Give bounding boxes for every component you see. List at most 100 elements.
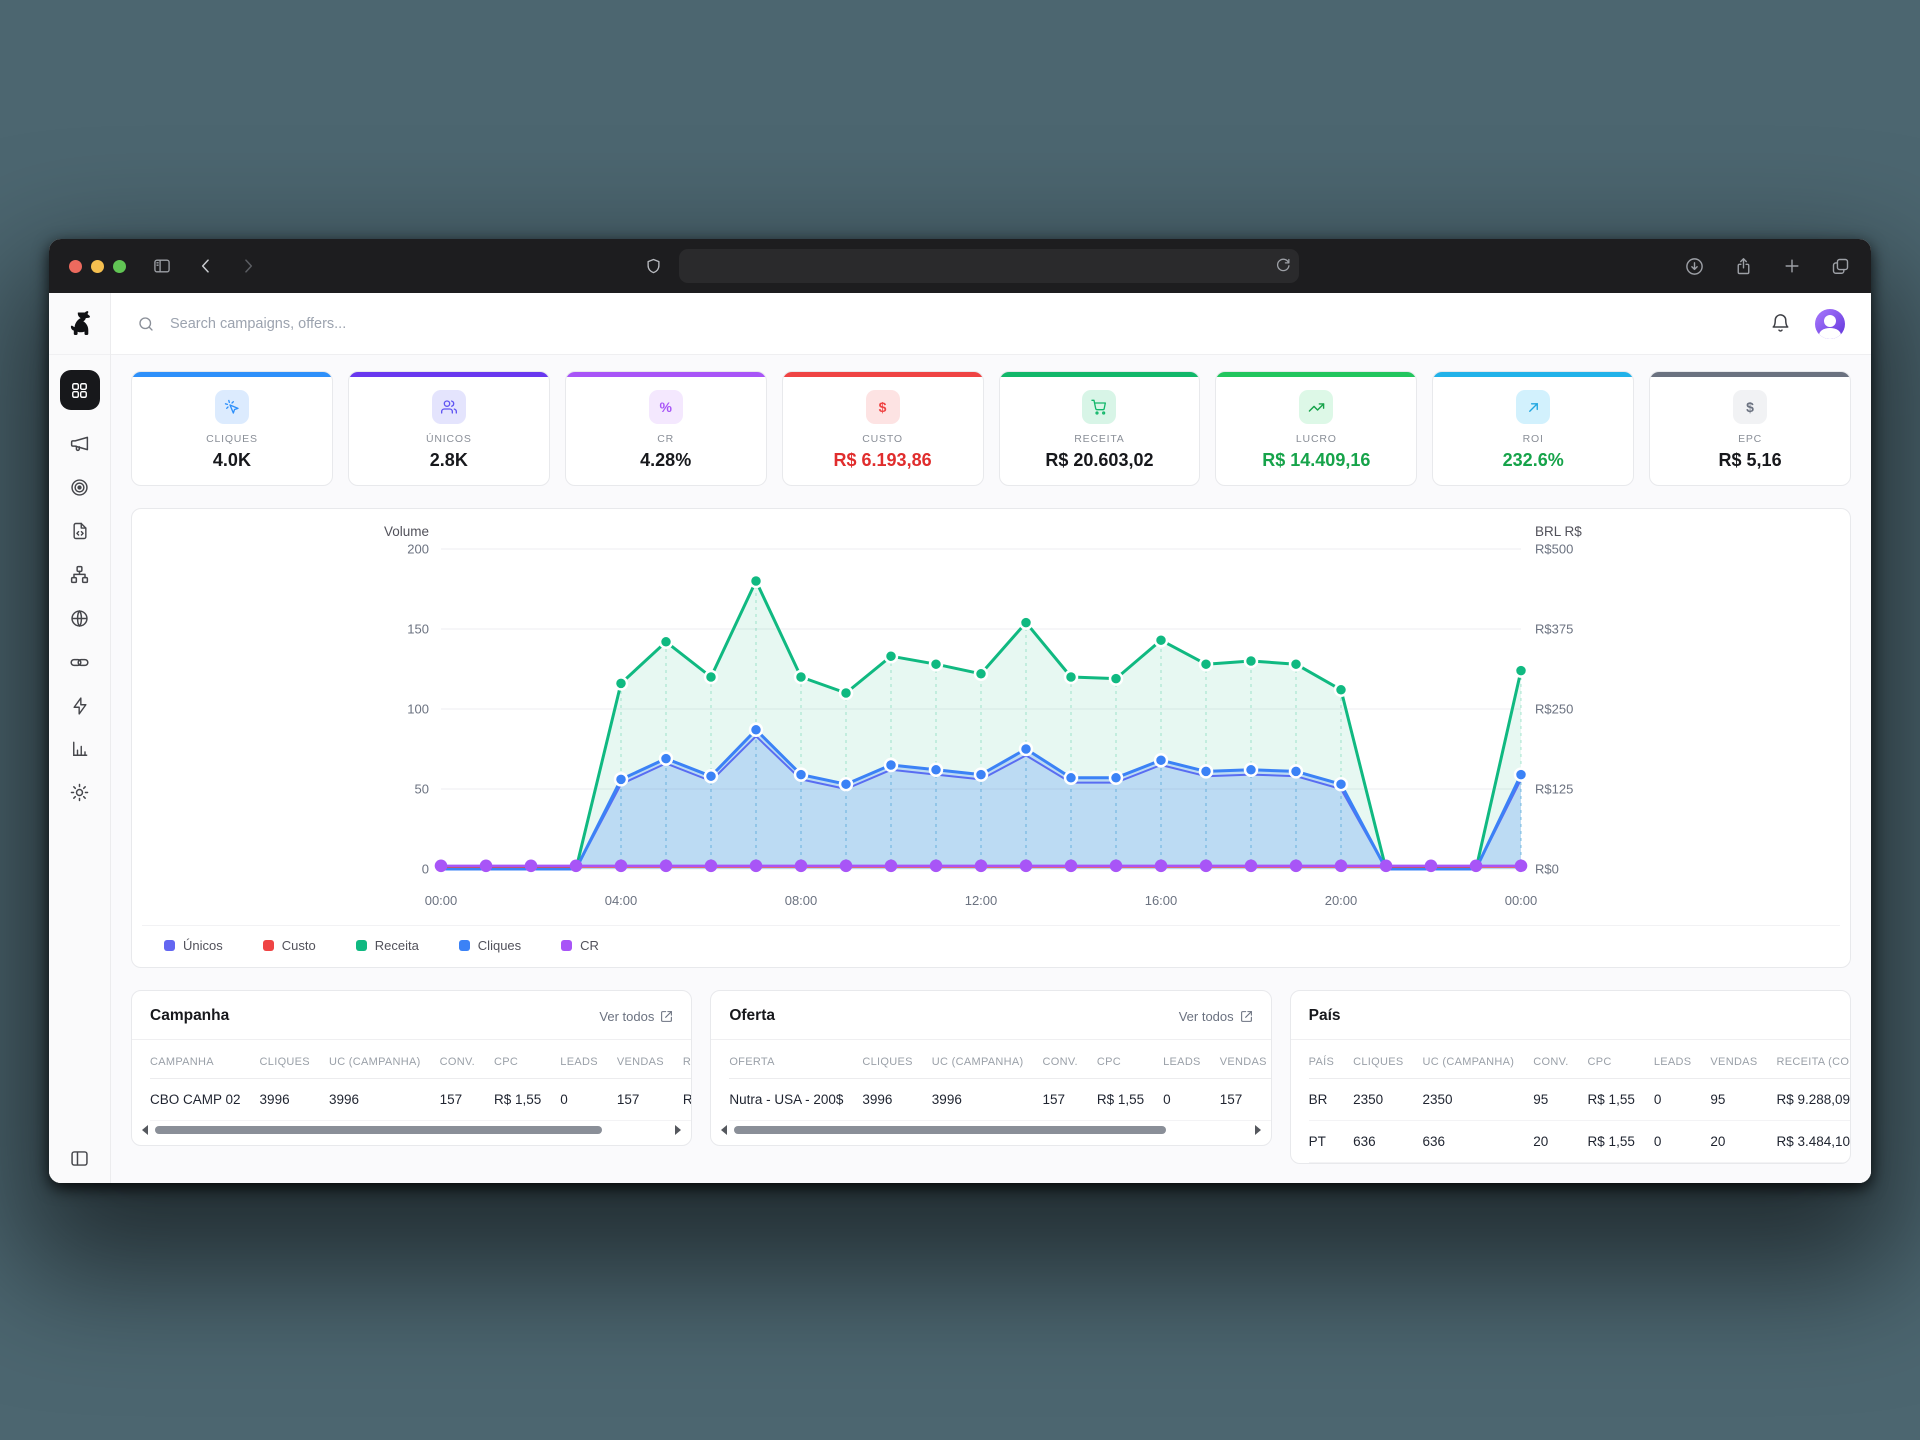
table-cell: CBO CAMP 02 xyxy=(150,1079,260,1121)
scrollbar-thumb[interactable] xyxy=(155,1126,602,1134)
scrollbar-track[interactable] xyxy=(155,1126,668,1134)
table-cell: 0 xyxy=(1654,1121,1711,1163)
new-tab-icon[interactable] xyxy=(1782,256,1802,276)
table-cell: PT xyxy=(1309,1121,1353,1163)
legend-item-custo[interactable]: Custo xyxy=(263,938,316,953)
ver-todos-link[interactable]: Ver todos xyxy=(599,1009,673,1024)
horizontal-scrollbar[interactable] xyxy=(132,1121,691,1145)
sidebar-item-flows[interactable] xyxy=(69,564,90,585)
maximize-button[interactable] xyxy=(113,260,126,273)
table-cell: R$ 3.484,10 xyxy=(1776,1121,1850,1163)
svg-text:200: 200 xyxy=(407,542,429,557)
scroll-right-arrow[interactable] xyxy=(675,1125,681,1135)
kpi-value: R$ 14.409,16 xyxy=(1216,450,1416,471)
svg-text:R$0: R$0 xyxy=(1535,862,1559,877)
svg-text:BRL R$: BRL R$ xyxy=(1535,524,1582,539)
ver-todos-link[interactable]: Ver todos xyxy=(1179,1009,1253,1024)
share-icon[interactable] xyxy=(1733,256,1754,277)
table-row: PT63663620R$ 1,55020R$ 3.484,10 xyxy=(1309,1121,1850,1163)
close-button[interactable] xyxy=(69,260,82,273)
svg-text:Volume: Volume xyxy=(384,524,429,539)
traffic-chart-card: 0R$050R$125100R$250150R$375200R$500Volum… xyxy=(131,508,1851,968)
sidebar-item-reports[interactable] xyxy=(70,739,90,759)
column-header: UC (CAMPANHA) xyxy=(329,1040,440,1079)
chart-legend: Únicos Custo Receita Cliques CR xyxy=(142,925,1840,967)
scroll-right-arrow[interactable] xyxy=(1255,1125,1261,1135)
svg-text:16:00: 16:00 xyxy=(1145,893,1178,908)
kpi-value: 4.28% xyxy=(566,450,766,471)
sitemap-icon xyxy=(69,564,90,585)
horizontal-scrollbar[interactable] xyxy=(711,1121,1270,1145)
table-title: Oferta xyxy=(729,1007,775,1025)
column-header: OFERTA xyxy=(729,1040,862,1079)
sidebar-item-settings[interactable] xyxy=(69,782,90,803)
url-bar[interactable] xyxy=(679,249,1299,283)
legend-item-cliques[interactable]: Cliques xyxy=(459,938,521,953)
zap-icon xyxy=(70,696,90,716)
dashboard-main: CLIQUES4.0KÚNICOS2.8K%CR4.28%$CUSTOR$ 6.… xyxy=(111,355,1871,1183)
kpi-card-cliques: CLIQUES4.0K xyxy=(131,371,333,486)
scrollbar-track[interactable] xyxy=(734,1126,1247,1134)
reload-icon[interactable] xyxy=(1274,256,1292,274)
user-avatar[interactable] xyxy=(1815,309,1845,339)
sidebar-item-offers[interactable] xyxy=(69,477,90,498)
table-cell: 0 xyxy=(1654,1079,1711,1121)
cart-icon xyxy=(1082,390,1116,424)
table-cell: 95 xyxy=(1710,1079,1776,1121)
legend-swatch xyxy=(561,940,572,951)
external-link-icon xyxy=(660,1010,673,1023)
minimize-button[interactable] xyxy=(91,260,104,273)
scroll-left-arrow[interactable] xyxy=(142,1125,148,1135)
kpi-card-lucro: LUCROR$ 14.409,16 xyxy=(1215,371,1417,486)
kpi-accent-bar xyxy=(349,372,549,377)
legend-item-cr[interactable]: CR xyxy=(561,938,599,953)
collapse-panel-icon[interactable] xyxy=(69,1148,90,1169)
file-code-icon xyxy=(70,521,90,541)
sidebar-item-campaigns[interactable] xyxy=(69,433,90,454)
back-icon[interactable] xyxy=(196,256,216,276)
scrollbar-thumb[interactable] xyxy=(734,1126,1165,1134)
kpi-accent-bar xyxy=(566,372,766,377)
table-cell: R$ 1,55 xyxy=(1097,1079,1163,1121)
search-input[interactable] xyxy=(168,315,588,333)
table-cell: 157 xyxy=(440,1079,494,1121)
sidebar-toggle-icon[interactable] xyxy=(152,256,172,276)
legend-swatch xyxy=(356,940,367,951)
sidebar-item-domains[interactable] xyxy=(69,608,90,629)
sidebar-item-integrations[interactable] xyxy=(70,696,90,716)
scroll-left-arrow[interactable] xyxy=(721,1125,727,1135)
sidebar-item-landers[interactable] xyxy=(70,521,90,541)
column-header: PAÍS xyxy=(1309,1040,1353,1079)
table-cell: 95 xyxy=(1533,1079,1587,1121)
column-header: CONV. xyxy=(1533,1040,1587,1079)
tab-overview-icon[interactable] xyxy=(1830,256,1851,277)
svg-text:R$250: R$250 xyxy=(1535,702,1573,717)
legend-item-receita[interactable]: Receita xyxy=(356,938,419,953)
column-header: CPC xyxy=(1588,1040,1654,1079)
kpi-accent-bar xyxy=(132,372,332,377)
legend-swatch xyxy=(459,940,470,951)
legend-item-únicos[interactable]: Únicos xyxy=(164,938,223,953)
bell-icon[interactable] xyxy=(1770,313,1791,334)
kpi-card-únicos: ÚNICOS2.8K xyxy=(348,371,550,486)
kpi-accent-bar xyxy=(783,372,983,377)
kpi-value: 2.8K xyxy=(349,450,549,471)
kpi-label: CLIQUES xyxy=(132,433,332,445)
table-card-pais: PaísPAÍSCLIQUESUC (CAMPANHA)CONV.CPCLEAD… xyxy=(1290,990,1851,1164)
sidebar-item-dashboard[interactable] xyxy=(60,370,100,410)
svg-text:12:00: 12:00 xyxy=(965,893,998,908)
gear-icon xyxy=(69,782,90,803)
search-bar[interactable] xyxy=(137,315,1770,333)
forward-icon[interactable] xyxy=(238,256,258,276)
kpi-label: ROI xyxy=(1433,433,1633,445)
table-cell: 0 xyxy=(560,1079,617,1121)
traffic-chart: 0R$050R$125100R$250150R$375200R$500Volum… xyxy=(371,523,1611,923)
sidebar-item-links[interactable] xyxy=(69,652,90,673)
target-icon xyxy=(69,477,90,498)
dog-logo[interactable] xyxy=(64,308,96,340)
column-header: CONV. xyxy=(440,1040,494,1079)
table-cell: 3996 xyxy=(932,1079,1043,1121)
external-link-icon xyxy=(1240,1010,1253,1023)
shield-icon[interactable] xyxy=(644,257,663,276)
download-icon[interactable] xyxy=(1684,256,1705,277)
